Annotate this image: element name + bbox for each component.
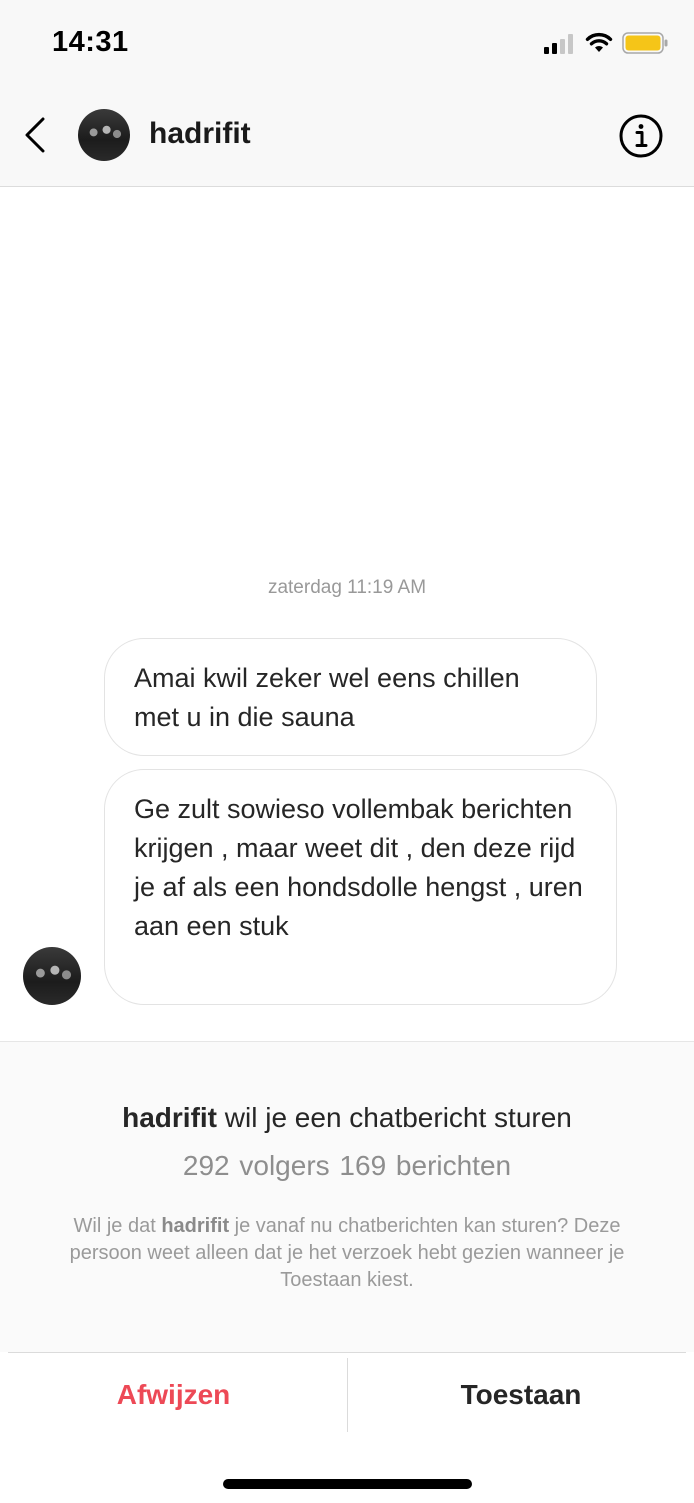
accept-button[interactable]: Toestaan (348, 1352, 694, 1438)
request-description: Wil je dat hadrifit je vanaf nu chatberi… (60, 1213, 634, 1294)
message-bubble[interactable]: Amai kwil zeker wel eens chillen met u i… (104, 638, 597, 756)
request-action-bar: Afwijzen Toestaan (0, 1352, 694, 1442)
request-stats: 292 volgers 169 berichten (182, 1150, 512, 1181)
message-bubble[interactable]: Ge zult sowieso vollembak berichten krij… (104, 769, 617, 1005)
request-username: hadrifit (122, 1102, 218, 1133)
request-title: hadrifit wil je een chatbericht sturen (0, 1102, 694, 1134)
status-time: 14:31 (52, 26, 129, 58)
wifi-icon (585, 32, 613, 52)
top-bar: 14:31 hadrifit (0, 0, 694, 187)
header-username[interactable]: hadrifit (149, 117, 251, 151)
request-desc-username: hadrifit (161, 1215, 230, 1237)
info-icon[interactable] (618, 113, 664, 159)
message-request-panel: hadrifit wil je een chatbericht sturen 2… (0, 1041, 694, 1352)
decline-button[interactable]: Afwijzen (0, 1352, 347, 1438)
request-desc-prefix: Wil je dat (73, 1215, 162, 1237)
battery-icon (622, 32, 668, 54)
home-indicator[interactable] (223, 1479, 472, 1489)
header-avatar[interactable] (78, 109, 130, 161)
sender-avatar[interactable] (23, 947, 81, 1005)
chevron-left-icon (25, 117, 45, 153)
cellular-signal-icon (544, 34, 573, 54)
back-button[interactable] (18, 112, 52, 158)
request-title-text: wil je een chatbericht sturen (217, 1102, 572, 1133)
message-timestamp: zaterdag 11:19 AM (267, 577, 427, 598)
